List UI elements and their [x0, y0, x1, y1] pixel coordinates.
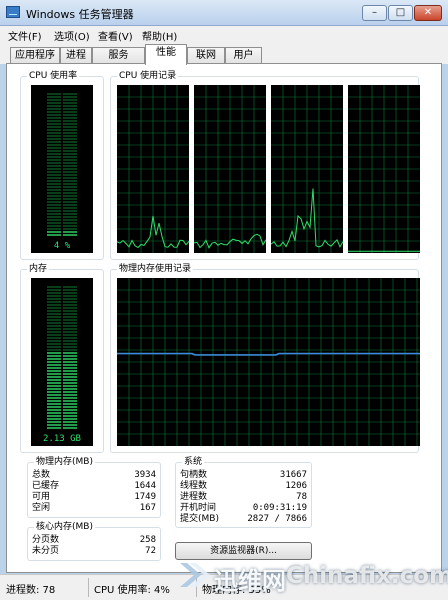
status-cpu: CPU 使用率: 4% [94, 585, 170, 596]
task-manager-icon [6, 6, 20, 18]
stat-name: 空闲 [32, 503, 51, 513]
status-processes: 进程数: 78 [6, 585, 56, 596]
watermark-cn-text: 迅维网 [214, 567, 286, 595]
tab-users[interactable]: 用户 [225, 47, 262, 64]
menu-view[interactable]: 查看(V) [98, 28, 133, 43]
cpu-usage-label: CPU 使用率 [27, 71, 80, 82]
minimize-button[interactable]: – [362, 5, 387, 21]
stat-value: 78 [296, 492, 307, 502]
stat-value: 31667 [279, 470, 307, 480]
cpu-core-graph-4 [348, 85, 420, 253]
kernel-memory-label: 核心内存(MB) [34, 522, 95, 533]
performance-panel: CPU 使用率 4 % CPU 使用记录 内存 2.13 GB 物理内存使用记录 [6, 63, 442, 573]
stat-name: 分页数 [32, 535, 60, 545]
stat-row: 总数 3934 [32, 470, 156, 481]
stat-row: 进程数 78 [180, 492, 307, 503]
menu-bar: 文件(F) 选项(O) 查看(V) 帮助(H) [0, 26, 448, 44]
system-label: 系统 [182, 457, 205, 468]
memory-history-line [117, 352, 420, 356]
kernel-memory-group: 核心内存(MB) 分页数 258 未分页 72 [27, 522, 161, 561]
stat-value: 1206 [285, 481, 307, 491]
stat-row: 分页数 258 [32, 535, 156, 546]
status-separator [88, 578, 89, 597]
memory-history-group: 物理内存使用记录 [110, 264, 420, 453]
stat-value: 1749 [134, 492, 156, 502]
memory-history-graph [117, 278, 420, 446]
stat-name: 开机时间 [180, 503, 217, 513]
stat-value: 167 [139, 503, 156, 513]
stat-name: 已缓存 [32, 481, 60, 491]
menu-help[interactable]: 帮助(H) [142, 28, 177, 43]
stat-row: 句柄数 31667 [180, 470, 307, 481]
memory-meter: 2.13 GB [31, 278, 93, 446]
cpu-usage-value: 4 % [53, 241, 71, 251]
stat-row: 空闲 167 [32, 503, 156, 514]
stat-name: 未分页 [32, 546, 60, 556]
stat-name: 句柄数 [180, 470, 208, 480]
stat-name: 可用 [32, 492, 51, 502]
tab-performance[interactable]: 性能 [145, 44, 187, 65]
stat-name: 线程数 [180, 481, 208, 491]
stat-value: 2827 / 7866 [247, 514, 307, 524]
cpu-usage-group: CPU 使用率 4 % [20, 71, 104, 260]
stat-value: 0:09:31:19 [252, 503, 307, 513]
stat-row: 可用 1749 [32, 492, 156, 503]
cpu-core-graph-1 [117, 85, 189, 253]
stat-name: 提交(MB) [180, 514, 219, 524]
cpu-core-graph-3 [271, 85, 343, 253]
stat-row: 未分页 72 [32, 546, 156, 557]
menu-options[interactable]: 选项(O) [54, 28, 90, 43]
watermark: 迅维网 Chinafix.com [174, 553, 448, 600]
stat-row: 已缓存 1644 [32, 481, 156, 492]
stat-value: 3934 [134, 470, 156, 480]
maximize-button[interactable]: □ [388, 5, 413, 21]
stat-value: 72 [145, 546, 156, 556]
memory-group: 内存 2.13 GB [20, 264, 104, 453]
stat-row: 线程数 1206 [180, 481, 307, 492]
stat-value: 258 [139, 535, 156, 545]
system-group: 系统 句柄数 31667 线程数 1206 进程数 78 开机时间 0:09:31:19… [175, 457, 312, 528]
watermark-en-text: Chinafix.com [286, 563, 448, 589]
stat-row: 提交(MB) 2827 / 7866 [180, 514, 307, 525]
stat-name: 进程数 [180, 492, 208, 502]
stat-name: 总数 [32, 470, 51, 480]
tab-services[interactable]: 服务 [92, 47, 145, 64]
cpu-usage-meter: 4 % [31, 85, 93, 253]
tab-processes[interactable]: 进程 [60, 47, 92, 64]
tab-bar: 应用程序 进程 服务 性能 联网 用户 [0, 44, 448, 65]
memory-value: 2.13 GB [43, 434, 81, 444]
menu-file[interactable]: 文件(F) [8, 28, 42, 43]
window-title: Windows 任务管理器 [26, 8, 134, 21]
close-button[interactable]: ✕ [414, 5, 442, 21]
tab-applications[interactable]: 应用程序 [10, 47, 60, 64]
stat-row: 开机时间 0:09:31:19 [180, 503, 307, 514]
tab-networking[interactable]: 联网 [187, 47, 225, 64]
cpu-core-graph-2 [194, 85, 266, 253]
memory-label: 内存 [27, 264, 50, 275]
chinafix-logo-icon [180, 563, 210, 587]
physical-memory-group: 物理内存(MB) 总数 3934 已缓存 1644 可用 1749 空闲 167 [27, 457, 161, 518]
stat-value: 1644 [134, 481, 156, 491]
memory-history-label: 物理内存使用记录 [117, 264, 194, 275]
cpu-history-group: CPU 使用记录 [110, 71, 420, 260]
title-bar: Windows 任务管理器 – □ ✕ [0, 0, 448, 26]
physical-memory-label: 物理内存(MB) [34, 457, 95, 468]
cpu-history-label: CPU 使用记录 [117, 71, 179, 82]
